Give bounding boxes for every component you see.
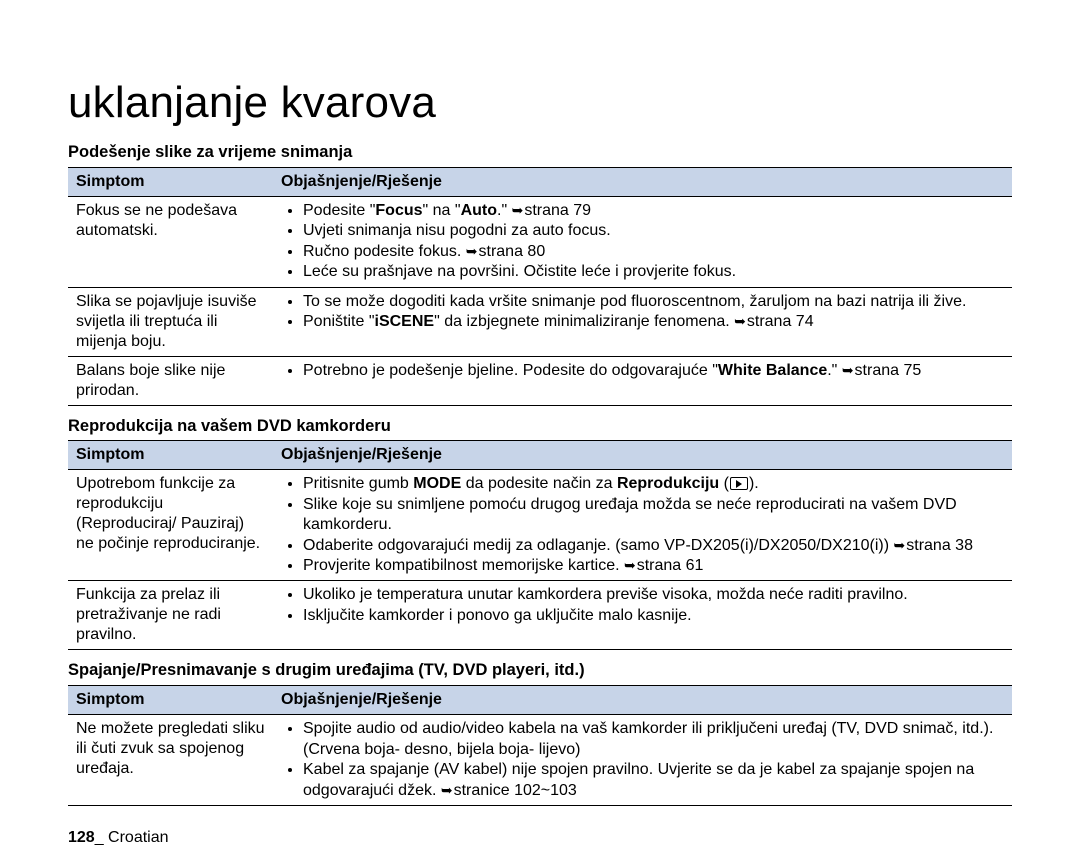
section-heading-3: Spajanje/Presnimavanje s drugim uređajim… — [68, 660, 1012, 681]
language-label: Croatian — [108, 829, 168, 846]
header-explanation: Objašnjenje/Rješenje — [273, 686, 1012, 715]
symptom-cell: Slika se pojavljuje isuviše svijetla ili… — [68, 287, 273, 356]
list-item: Ručno podesite fokus. strana 80 — [303, 242, 1004, 262]
list-item: Potrebno je podešenje bjeline. Podesite … — [303, 361, 1004, 381]
header-explanation: Objašnjenje/Rješenje — [273, 167, 1012, 196]
page: uklanjanje kvarova Podešenje slike za vr… — [0, 0, 1080, 866]
page-title: uklanjanje kvarova — [68, 75, 1012, 130]
list-item: To se može dogoditi kada vršite snimanje… — [303, 292, 1004, 312]
arrow-icon — [624, 557, 637, 574]
list-item: Pritisnite gumb MODE da podesite način z… — [303, 474, 1004, 494]
list-item: Kabel za spajanje (AV kabel) nije spojen… — [303, 760, 1004, 801]
header-symptom: Simptom — [68, 686, 273, 715]
arrow-icon — [512, 202, 525, 219]
table-row: Slika se pojavljuje isuviše svijetla ili… — [68, 287, 1012, 356]
arrow-icon — [894, 537, 907, 554]
symptom-cell: Upotrebom funkcije za reprodukciju (Repr… — [68, 470, 273, 581]
table-image-adjust: Simptom Objašnjenje/Rješenje Fokus se ne… — [68, 167, 1012, 406]
explanation-cell: Spojite audio od audio/video kabela na v… — [273, 715, 1012, 806]
play-icon — [730, 477, 748, 490]
table-row: Balans boje slike nije prirodan. Potrebn… — [68, 356, 1012, 405]
table-playback: Simptom Objašnjenje/Rješenje Upotrebom f… — [68, 440, 1012, 650]
explanation-cell: To se može dogoditi kada vršite snimanje… — [273, 287, 1012, 356]
list-item: Provjerite kompatibilnost memorijske kar… — [303, 556, 1004, 576]
table-row: Fokus se ne podešava automatski. Podesit… — [68, 196, 1012, 287]
table-connecting: Simptom Objašnjenje/Rješenje Ne možete p… — [68, 685, 1012, 806]
list-item: Ukoliko je temperatura unutar kamkordera… — [303, 585, 1004, 605]
list-item: Poništite "iSCENE" da izbjegnete minimal… — [303, 312, 1004, 332]
header-symptom: Simptom — [68, 167, 273, 196]
symptom-cell: Balans boje slike nije prirodan. — [68, 356, 273, 405]
explanation-cell: Podesite "Focus" na "Auto." strana 79 Uv… — [273, 196, 1012, 287]
explanation-cell: Ukoliko je temperatura unutar kamkordera… — [273, 581, 1012, 650]
list-item: Leće su prašnjave na površini. Očistite … — [303, 262, 1004, 282]
footer-separator: _ — [95, 829, 108, 846]
symptom-cell: Funkcija za prelaz ili pretraživanje ne … — [68, 581, 273, 650]
arrow-icon — [466, 243, 479, 260]
table-header-row: Simptom Objašnjenje/Rješenje — [68, 686, 1012, 715]
explanation-cell: Pritisnite gumb MODE da podesite način z… — [273, 470, 1012, 581]
header-explanation: Objašnjenje/Rješenje — [273, 441, 1012, 470]
list-item: Uvjeti snimanja nisu pogodni za auto foc… — [303, 221, 1004, 241]
symptom-cell: Ne možete pregledati sliku ili čuti zvuk… — [68, 715, 273, 806]
table-row: Funkcija za prelaz ili pretraživanje ne … — [68, 581, 1012, 650]
list-item: Podesite "Focus" na "Auto." strana 79 — [303, 201, 1004, 221]
header-symptom: Simptom — [68, 441, 273, 470]
list-item: Spojite audio od audio/video kabela na v… — [303, 719, 1004, 760]
list-item: Slike koje su snimljene pomoću drugog ur… — [303, 495, 1004, 536]
page-number: 128 — [68, 829, 95, 846]
table-row: Ne možete pregledati sliku ili čuti zvuk… — [68, 715, 1012, 806]
section-heading-1: Podešenje slike za vrijeme snimanja — [68, 142, 1012, 163]
table-header-row: Simptom Objašnjenje/Rješenje — [68, 441, 1012, 470]
arrow-icon — [734, 313, 747, 330]
page-footer: 128_ Croatian — [68, 828, 169, 848]
arrow-icon — [441, 782, 454, 799]
table-row: Upotrebom funkcije za reprodukciju (Repr… — [68, 470, 1012, 581]
section-heading-2: Reprodukcija na vašem DVD kamkorderu — [68, 416, 1012, 437]
arrow-icon — [842, 362, 855, 379]
list-item: Odaberite odgovarajući medij za odlaganj… — [303, 536, 1004, 556]
symptom-cell: Fokus se ne podešava automatski. — [68, 196, 273, 287]
explanation-cell: Potrebno je podešenje bjeline. Podesite … — [273, 356, 1012, 405]
list-item: Isključite kamkorder i ponovo ga uključi… — [303, 606, 1004, 626]
table-header-row: Simptom Objašnjenje/Rješenje — [68, 167, 1012, 196]
